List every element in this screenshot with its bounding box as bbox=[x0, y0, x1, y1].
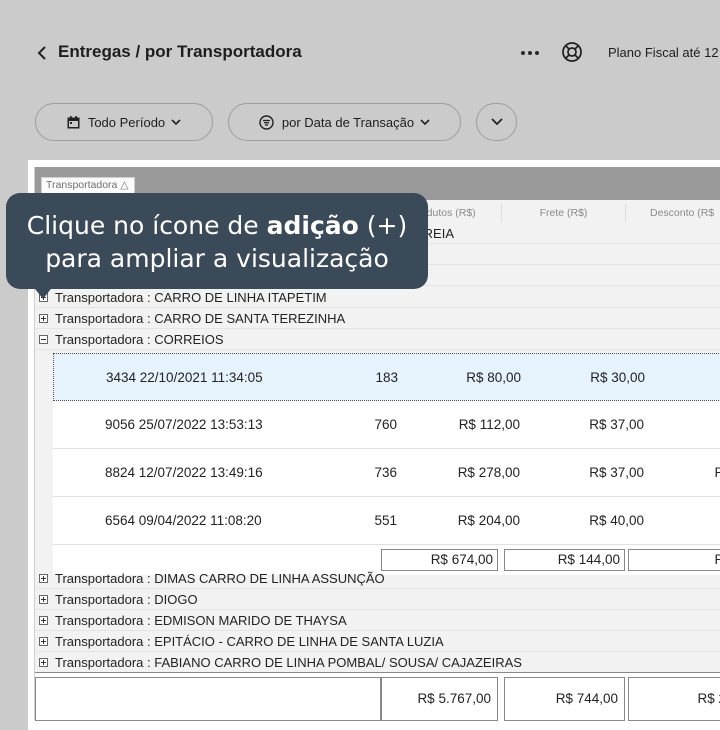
subtotal-desconto: R$ 4 bbox=[628, 549, 720, 571]
group-row[interactable]: Transportadora : CARRO DE LINHA ITAPETIM bbox=[35, 288, 720, 308]
subtotal-produtos: R$ 674,00 bbox=[381, 549, 498, 571]
table-row[interactable]: 6564 09/04/2022 11:08:20 551 R$ 204,00 R… bbox=[53, 497, 720, 545]
expand-filters-button[interactable] bbox=[476, 103, 517, 141]
group-row[interactable]: Transportadora : DIMAS CARRO DE LINHA AS… bbox=[35, 569, 720, 589]
period-filter-button[interactable]: Todo Período bbox=[35, 103, 213, 141]
group-row[interactable]: Transportadora : EDMISON MARIDO DE THAYS… bbox=[35, 611, 720, 631]
expand-plus-icon[interactable] bbox=[39, 637, 48, 646]
collapse-minus-icon[interactable] bbox=[39, 335, 48, 344]
back-button[interactable] bbox=[33, 42, 51, 64]
tooltip-line1: Clique no ícone de adição (+) bbox=[26, 211, 408, 240]
group-detail-rows: 3434 22/10/2021 11:34:05 183 R$ 80,00 R$… bbox=[53, 353, 720, 575]
date-type-filter-button[interactable]: por Data de Transação bbox=[228, 103, 461, 141]
total-frete: R$ 744,00 bbox=[504, 677, 625, 721]
filter-circle-icon bbox=[259, 114, 274, 130]
sort-asc-icon: △ bbox=[120, 179, 129, 191]
expand-plus-icon[interactable] bbox=[39, 595, 48, 604]
header: Entregas / por Transportadora Plano Fisc… bbox=[0, 0, 720, 100]
chevron-down-icon bbox=[490, 118, 503, 126]
expand-plus-icon[interactable] bbox=[39, 314, 48, 323]
group-row[interactable]: Transportadora : EPITÁCIO - CARRO DE LIN… bbox=[35, 632, 720, 652]
calendar-icon bbox=[67, 115, 80, 128]
expand-plus-icon[interactable] bbox=[39, 616, 48, 625]
group-row[interactable]: Transportadora : DIOGO bbox=[35, 590, 720, 610]
more-options-button[interactable] bbox=[518, 42, 542, 64]
column-header-desconto[interactable]: Desconto (R$ bbox=[626, 204, 720, 222]
group-chip-transportadora[interactable]: Transportadora △ bbox=[41, 177, 136, 194]
date-type-filter-label: por Data de Transação bbox=[281, 114, 415, 130]
chevron-left-icon bbox=[37, 46, 46, 60]
table-row[interactable]: 3434 22/10/2021 11:34:05 183 R$ 80,00 R$… bbox=[53, 353, 720, 401]
column-header-frete[interactable]: Frete (R$) bbox=[502, 204, 626, 222]
expand-plus-icon[interactable] bbox=[39, 574, 48, 583]
group-row[interactable]: Transportadora : CARRO DE SANTA TEREZINH… bbox=[35, 309, 720, 329]
onboarding-tooltip: Clique no ícone de adição (+) para ampli… bbox=[6, 193, 428, 299]
chevron-down-icon bbox=[420, 118, 430, 125]
tooltip-arrow bbox=[32, 285, 54, 299]
lifebuoy-icon[interactable] bbox=[561, 41, 583, 63]
total-desconto: R$ 255 bbox=[628, 677, 720, 721]
table-row[interactable]: 8824 12/07/2022 13:49:16 736 R$ 278,00 R… bbox=[53, 449, 720, 497]
table-row[interactable]: 9056 25/07/2022 13:53:13 760 R$ 112,00 R… bbox=[53, 401, 720, 449]
period-filter-label: Todo Período bbox=[87, 114, 166, 130]
total-produtos: R$ 5.767,00 bbox=[381, 677, 498, 721]
tooltip-line2: para ampliar a visualização bbox=[45, 244, 389, 273]
total-label-cell bbox=[35, 677, 381, 721]
group-row-expanded[interactable]: Transportadora : CORREIOS bbox=[35, 330, 720, 350]
page-title: Entregas / por Transportadora bbox=[58, 42, 302, 61]
chevron-down-icon bbox=[171, 118, 181, 125]
more-dots-icon bbox=[521, 51, 525, 55]
grand-total-row: R$ 5.767,00 R$ 744,00 R$ 255 bbox=[35, 672, 720, 723]
expand-plus-icon[interactable] bbox=[39, 658, 48, 667]
plan-label[interactable]: Plano Fiscal até 12 bbox=[608, 45, 719, 60]
subtotal-frete: R$ 144,00 bbox=[504, 549, 625, 571]
group-row[interactable]: Transportadora : FABIANO CARRO DE LINHA … bbox=[35, 653, 720, 673]
